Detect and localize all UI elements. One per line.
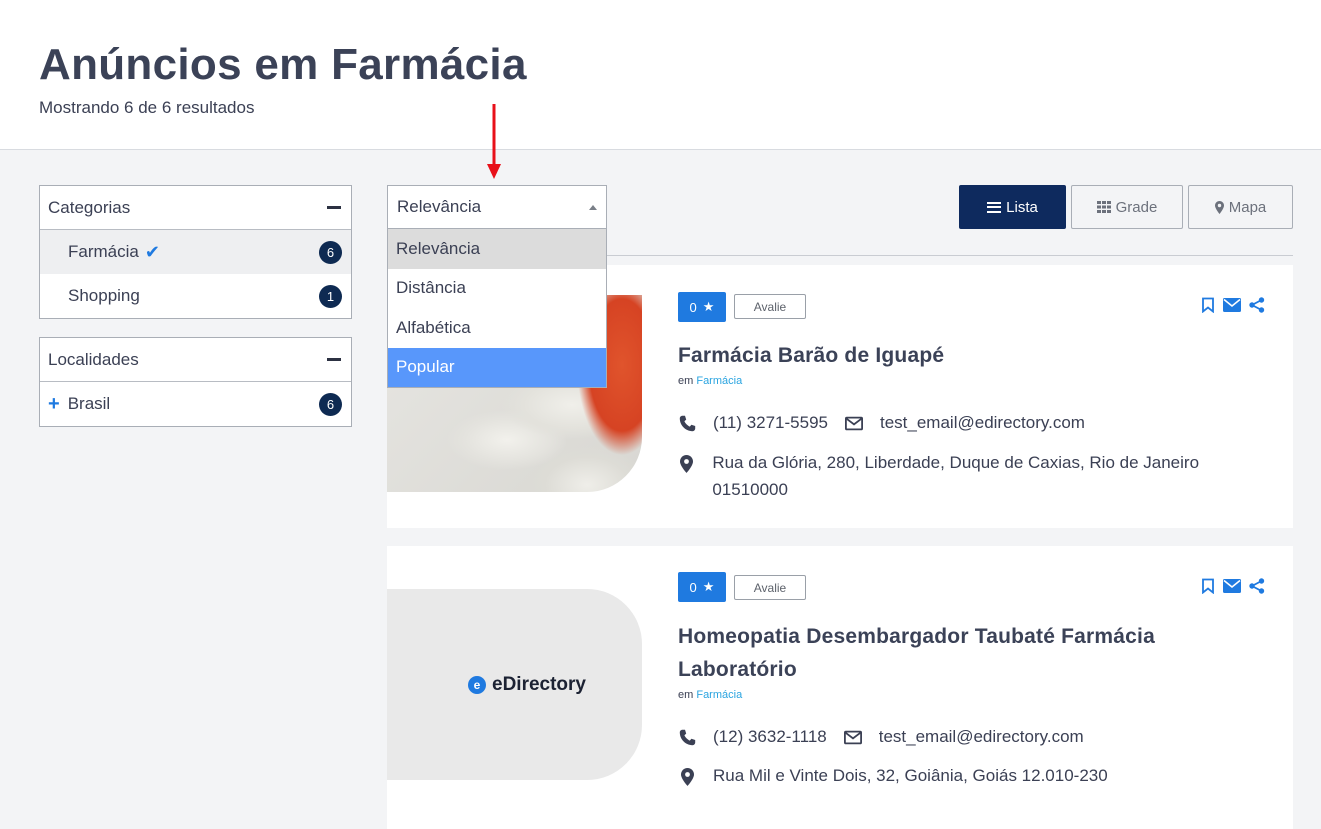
count-badge: 6 <box>319 240 342 264</box>
check-icon: ✔ <box>144 241 160 262</box>
rating-badge: 0 ★ <box>678 292 726 322</box>
rating-value: 0 <box>689 579 697 595</box>
location-label: Brasil <box>67 394 111 413</box>
category-prefix: em <box>678 375 694 387</box>
listing-category: em Farmácia <box>678 375 742 387</box>
count-badge: 1 <box>319 284 342 308</box>
sort-option-distancia[interactable]: Distância <box>388 269 606 309</box>
listing-email[interactable]: test_email@edirectory.com <box>879 727 1084 747</box>
page-title: Anúncios em Farmácia <box>39 40 527 89</box>
listing-category: em Farmácia <box>678 689 742 701</box>
category-label: Shopping <box>68 286 140 305</box>
count-badge: 6 <box>319 392 342 416</box>
categories-title: Categorias <box>48 197 131 217</box>
bookmark-icon[interactable] <box>1201 578 1215 594</box>
star-icon: ★ <box>702 299 715 314</box>
listing-phone[interactable]: (12) 3632-1118 <box>713 727 827 747</box>
rating-badge: 0 ★ <box>678 572 726 602</box>
category-link[interactable]: Farmácia <box>696 375 742 387</box>
categories-panel: Categorias Farmácia ✔ 6 Shopping 1 <box>39 185 352 319</box>
categories-header[interactable]: Categorias <box>40 186 351 230</box>
view-map-button[interactable]: Mapa <box>1188 185 1293 229</box>
address-text: Rua da Glória, 280, Liberdade, Duque de … <box>712 453 1200 499</box>
share-icon[interactable] <box>1249 297 1265 313</box>
locations-panel: Localidades + Brasil 6 <box>39 337 352 427</box>
edirectory-logo: e eDirectory <box>468 674 586 696</box>
location-item-brasil[interactable]: + Brasil 6 <box>40 382 351 426</box>
view-map-label: Mapa <box>1228 198 1267 216</box>
listing-title[interactable]: Farmácia Barão de Iguapé <box>678 339 944 372</box>
list-icon <box>987 201 1002 213</box>
address-text: Rua Mil e Vinte Dois, 32, Goiânia, Goiás… <box>713 766 1108 785</box>
listing-title[interactable]: Homeopatia Desembargador Taubaté Farmáci… <box>678 620 1238 686</box>
listing-contact: (12) 3632-1118 test_email@edirectory.com <box>678 727 1084 747</box>
page-header: Anúncios em Farmácia Mostrando 6 de 6 re… <box>0 0 1321 150</box>
expand-plus-icon[interactable]: + <box>48 393 60 416</box>
category-item-farmacia[interactable]: Farmácia ✔ 6 <box>40 230 351 274</box>
envelope-icon <box>843 728 862 746</box>
phone-icon <box>678 414 696 432</box>
category-prefix: em <box>678 689 694 701</box>
locations-header[interactable]: Localidades <box>40 338 351 382</box>
phone-icon <box>678 728 696 746</box>
collapse-icon[interactable] <box>327 206 341 209</box>
bookmark-icon[interactable] <box>1201 297 1215 313</box>
logo-mark: e <box>468 675 486 694</box>
sort-option-alfabetica[interactable]: Alfabética <box>388 308 606 348</box>
listing-email[interactable]: test_email@edirectory.com <box>880 413 1085 433</box>
star-icon: ★ <box>702 579 715 594</box>
rate-button[interactable]: Avalie <box>734 575 806 600</box>
listing-phone[interactable]: (11) 3271-5595 <box>713 413 828 433</box>
view-grid-button[interactable]: Grade <box>1071 185 1183 229</box>
logo-text: eDirectory <box>492 673 586 695</box>
category-item-shopping[interactable]: Shopping 1 <box>40 274 351 318</box>
sort-select[interactable]: Relevância <box>387 185 607 229</box>
listing-image[interactable]: e eDirectory <box>387 589 642 780</box>
rating-value: 0 <box>689 299 697 315</box>
listing-actions <box>1201 578 1265 594</box>
location-pin-icon <box>678 455 695 473</box>
locations-title: Localidades <box>48 349 139 369</box>
view-list-label: Lista <box>1006 198 1038 216</box>
view-list-button[interactable]: Lista <box>959 185 1066 229</box>
sort-selected-value: Relevância <box>397 197 482 216</box>
map-pin-icon <box>1214 200 1224 214</box>
sort-option-relevancia[interactable]: Relevância <box>388 229 606 269</box>
envelope-icon <box>845 414 863 432</box>
email-icon[interactable] <box>1223 298 1241 312</box>
listing-address: Rua Mil e Vinte Dois, 32, Goiânia, Goiás… <box>678 762 1258 789</box>
rate-button[interactable]: Avalie <box>734 294 806 319</box>
caret-up-icon <box>589 204 597 210</box>
category-label: Farmácia <box>68 242 139 261</box>
red-arrow-annotation <box>487 104 501 179</box>
sort-dropdown: Relevância Distância Alfabética Popular <box>387 228 607 388</box>
email-icon[interactable] <box>1223 579 1241 593</box>
category-link[interactable]: Farmácia <box>696 689 742 701</box>
share-icon[interactable] <box>1249 578 1265 594</box>
listing-card: e eDirectory 0 ★ Avalie Homeopatia Desem… <box>387 546 1293 829</box>
sort-option-popular[interactable]: Popular <box>388 347 606 387</box>
listing-actions <box>1201 297 1265 313</box>
collapse-icon[interactable] <box>327 358 341 361</box>
listing-contact: (11) 3271-5595 test_email@edirectory.com <box>678 413 1085 433</box>
results-count: Mostrando 6 de 6 resultados <box>39 98 255 117</box>
listing-address: Rua da Glória, 280, Liberdade, Duque de … <box>678 449 1258 503</box>
view-grid-label: Grade <box>1115 198 1158 216</box>
grid-icon <box>1096 201 1111 213</box>
location-pin-icon <box>678 768 696 786</box>
